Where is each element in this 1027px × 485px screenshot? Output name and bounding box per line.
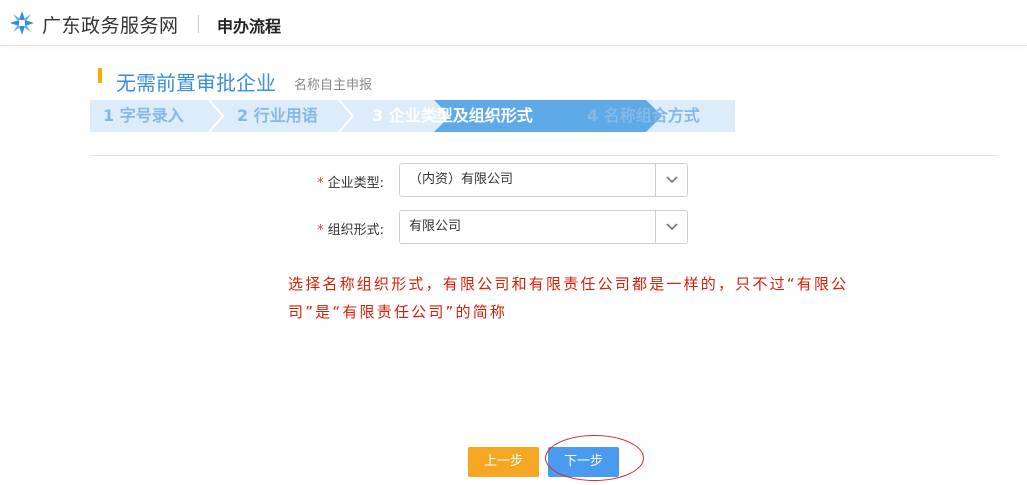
chevron-down-icon — [666, 223, 678, 231]
page-subtitle: 名称自主申报 — [294, 78, 373, 93]
page-title: 无需前置审批企业 — [116, 71, 276, 95]
site-name[interactable]: 广东政务服务网 — [42, 11, 179, 38]
logo-icon[interactable] — [8, 9, 36, 37]
previous-step-button[interactable]: 上一步 — [468, 447, 539, 477]
company-type-dropdown-button[interactable] — [655, 164, 687, 196]
process-title: 申办流程 — [217, 17, 282, 36]
company-type-select[interactable]: （内资）有限公司 — [399, 163, 688, 197]
org-form-label: * 组织形式: — [264, 219, 384, 238]
company-type-label-text: 企业类型: — [327, 176, 384, 191]
header-divider — [198, 15, 199, 33]
org-form-dropdown-button[interactable] — [655, 211, 687, 243]
step-1: 1 字号录入 — [103, 106, 184, 125]
chevron-down-icon — [666, 176, 678, 184]
title-accent-bar — [98, 68, 102, 83]
content-divider — [90, 155, 998, 156]
step-4: 4 名称组合方式 — [587, 106, 700, 125]
company-type-value: （内资）有限公司 — [409, 172, 514, 187]
org-form-label-text: 组织形式: — [327, 223, 384, 238]
top-header: 广东政务服务网 申办流程 — [0, 0, 1027, 46]
company-type-label: * 企业类型: — [264, 172, 384, 191]
required-mark: * — [317, 223, 324, 238]
step-3-active: 3 企业类型及组织形式 — [372, 106, 533, 125]
org-form-select[interactable]: 有限公司 — [399, 210, 688, 244]
red-circle-annotation — [545, 435, 644, 481]
org-form-value: 有限公司 — [409, 219, 462, 234]
step-separator-icon — [208, 100, 225, 132]
step-progress: 1 字号录入 2 行业用语 3 企业类型及组织形式 4 名称组合方式 — [90, 100, 735, 132]
step-2: 2 行业用语 — [237, 106, 318, 125]
red-annotation-note: 选择名称组织形式，有限公司和有限责任公司都是一样的，只不过“有限公司”是“有限责… — [288, 275, 849, 321]
required-mark: * — [317, 176, 324, 191]
step-separator-icon — [338, 100, 355, 132]
